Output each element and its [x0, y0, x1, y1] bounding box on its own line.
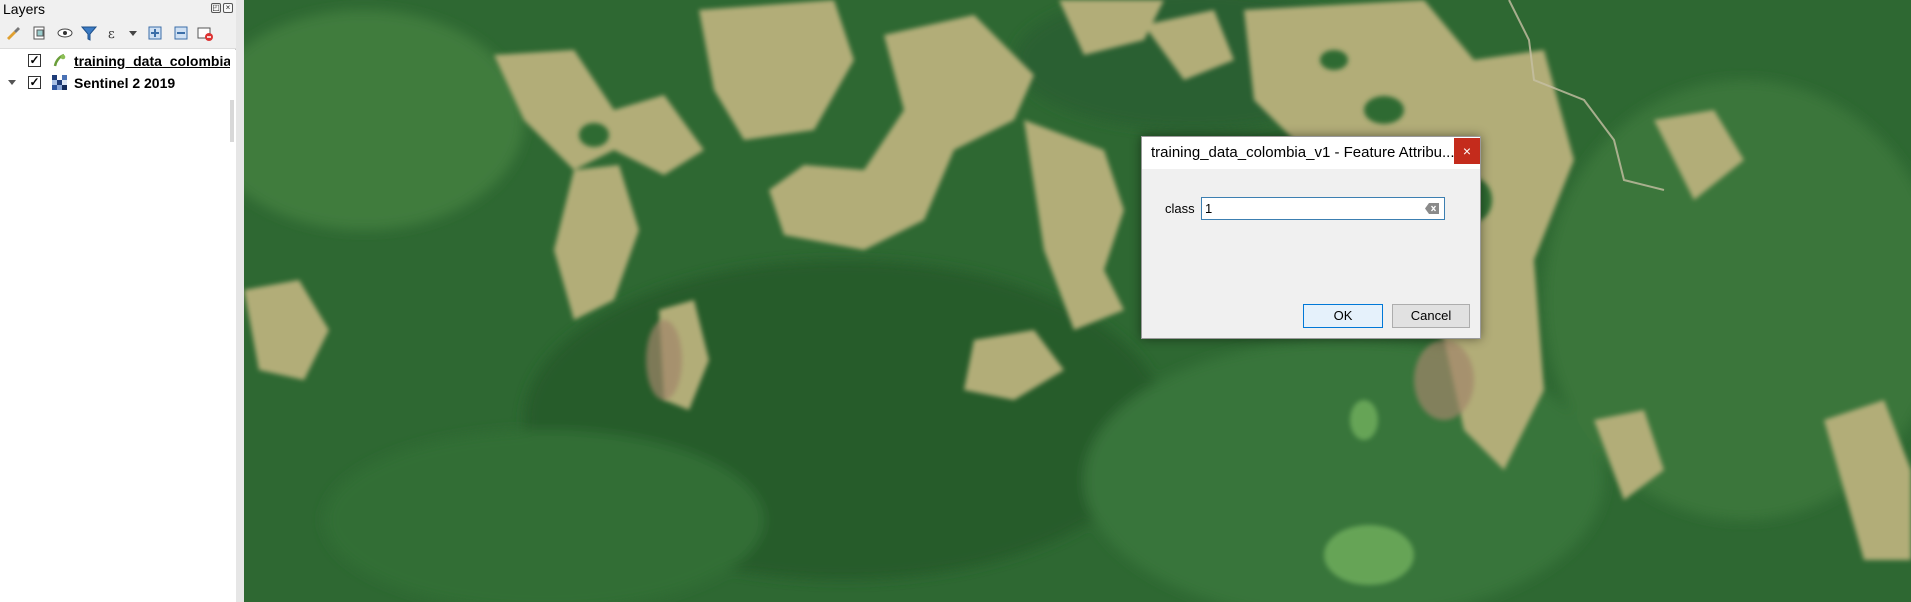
ok-button[interactable]: OK	[1303, 304, 1383, 328]
float-panel-icon[interactable]: ◰	[211, 3, 221, 13]
class-field-label: class	[1165, 201, 1195, 216]
expand-arrow-icon[interactable]	[8, 80, 16, 85]
satellite-imagery	[244, 0, 1911, 602]
add-group-icon[interactable]	[30, 24, 48, 42]
raster-layer-icon	[52, 75, 67, 90]
remove-layer-icon[interactable]	[196, 24, 214, 42]
svg-text:ε: ε	[108, 27, 115, 42]
panel-scrollbar[interactable]	[230, 100, 234, 142]
filter-expression-icon[interactable]: ε	[106, 24, 124, 42]
visibility-eye-icon[interactable]	[56, 24, 74, 42]
dropdown-arrow-icon[interactable]	[124, 24, 142, 42]
close-panel-icon[interactable]: ×	[223, 3, 233, 13]
clear-field-icon[interactable]	[1425, 203, 1439, 214]
dialog-titlebar[interactable]: training_data_colombia_v1 - Feature Attr…	[1142, 137, 1480, 169]
layer-name: Sentinel 2 2019	[74, 75, 176, 91]
layer-visibility-checkbox[interactable]: ✓	[28, 54, 41, 67]
expand-all-icon[interactable]	[146, 24, 164, 42]
class-field-input[interactable]	[1201, 197, 1445, 220]
collapse-all-icon[interactable]	[172, 24, 190, 42]
layers-tree: ✓ training_data_colombia ✓ Sentinel 2 20…	[0, 50, 236, 602]
layers-toolbar: ε	[0, 18, 236, 49]
map-canvas[interactable]	[244, 0, 1911, 602]
line-layer-icon	[53, 53, 66, 67]
panel-splitter[interactable]	[236, 0, 244, 602]
layers-panel-titlebar: Layers ◰ ×	[0, 0, 236, 18]
layer-name: training_data_colombia	[74, 53, 230, 69]
layer-item-training-data[interactable]: ✓ training_data_colombia	[0, 50, 236, 72]
filter-icon[interactable]	[80, 24, 98, 42]
feature-attributes-dialog: training_data_colombia_v1 - Feature Attr…	[1141, 136, 1481, 339]
layer-visibility-checkbox[interactable]: ✓	[28, 76, 41, 89]
cancel-button[interactable]: Cancel	[1392, 304, 1470, 328]
dialog-title: training_data_colombia_v1 - Feature Attr…	[1151, 144, 1455, 161]
layers-panel-title: Layers	[3, 1, 46, 17]
layer-item-sentinel[interactable]: ✓ Sentinel 2 2019	[0, 72, 236, 94]
close-icon[interactable]: ×	[1454, 138, 1480, 164]
layers-panel: Layers ◰ × ε ✓ training_data_colombia ✓ …	[0, 0, 236, 602]
style-manager-icon[interactable]	[4, 24, 22, 42]
